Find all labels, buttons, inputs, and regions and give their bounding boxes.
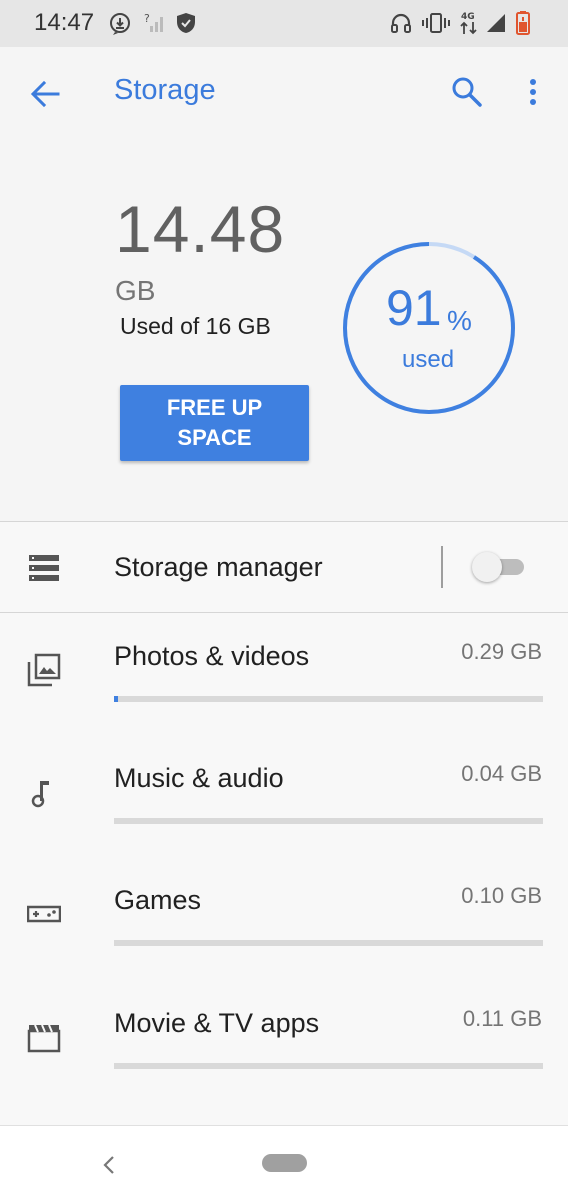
download-icon	[108, 12, 132, 35]
back-arrow-icon[interactable]	[28, 77, 62, 111]
usage-percent-sign: %	[447, 305, 472, 336]
headset-icon	[390, 12, 412, 34]
4g-data-icon: 4G	[458, 10, 480, 35]
usage-used-label: used	[402, 346, 455, 373]
svg-text:?: ?	[144, 12, 150, 25]
navigation-bar	[0, 1125, 568, 1201]
category-progress-track	[114, 940, 543, 946]
category-progress-track	[114, 818, 543, 824]
storage-manager-row[interactable]: Storage manager	[0, 522, 568, 612]
movie-icon	[27, 1020, 61, 1054]
vertical-divider	[441, 546, 443, 588]
photo-library-icon	[27, 653, 61, 687]
storage-manager-label: Storage manager	[114, 552, 323, 582]
category-row-photos[interactable]: Photos & videos 0.29 GB	[0, 613, 568, 735]
storage-manager-toggle[interactable]	[472, 552, 526, 582]
category-label: Movie & TV apps	[114, 1008, 320, 1038]
vibrate-icon	[422, 12, 450, 34]
category-label: Music & audio	[114, 763, 284, 793]
battery-icon	[516, 11, 530, 35]
nav-back-icon[interactable]	[100, 1154, 118, 1176]
category-label: Photos & videos	[114, 641, 310, 671]
status-bar: 14:47 ? 4G	[0, 0, 568, 47]
category-progress-track	[114, 696, 543, 702]
category-size: 0.10 GB	[461, 883, 542, 908]
category-size: 0.04 GB	[461, 761, 542, 786]
gamepad-icon	[26, 897, 62, 931]
category-row-music[interactable]: Music & audio 0.04 GB	[0, 735, 568, 857]
category-size: 0.11 GB	[462, 1006, 542, 1031]
category-label: Games	[114, 885, 202, 915]
free-up-space-button[interactable]: FREE UP SPACE	[120, 385, 309, 461]
more-vert-icon[interactable]	[518, 75, 548, 109]
shield-icon	[176, 12, 196, 34]
page-title: Storage	[114, 74, 216, 106]
usage-percent: 91	[386, 280, 442, 336]
no-signal-icon: ?	[144, 12, 166, 34]
storage-manager-icon	[29, 555, 59, 581]
status-time: 14:47	[34, 9, 95, 36]
app-bar: Storage	[0, 47, 568, 139]
music-note-icon	[27, 775, 61, 809]
toggle-thumb	[472, 552, 502, 582]
category-row-movies[interactable]: Movie & TV apps 0.11 GB	[0, 980, 568, 1102]
used-of-total: Used of 16 GB	[120, 313, 271, 339]
category-size: 0.29 GB	[461, 639, 542, 664]
svg-text:4G: 4G	[461, 12, 475, 22]
category-progress-track	[114, 1063, 543, 1069]
used-unit: GB	[115, 275, 156, 306]
category-row-games[interactable]: Games 0.10 GB	[0, 857, 568, 979]
nav-home-pill[interactable]	[262, 1154, 307, 1172]
free-up-space-label: FREE UP SPACE	[166, 395, 263, 450]
search-icon[interactable]	[450, 75, 484, 109]
signal-icon	[485, 12, 507, 34]
category-progress-fill	[114, 696, 119, 702]
used-amount: 14.48	[115, 192, 286, 266]
